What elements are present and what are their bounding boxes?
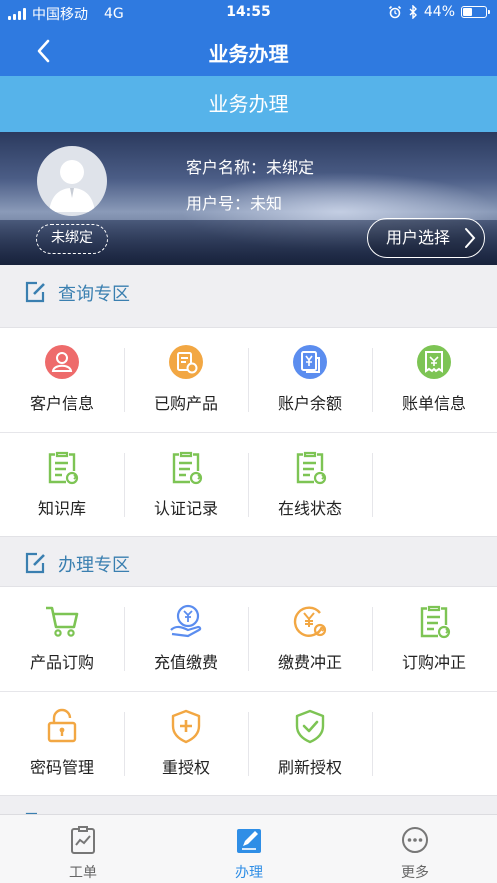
edit-square-icon: [25, 281, 45, 303]
handle-section-title: 办理专区: [58, 555, 130, 576]
user-silhouette-icon: [49, 160, 95, 212]
query-item-label: 客户信息: [29, 394, 94, 413]
tab-more[interactable]: 更多: [332, 815, 497, 883]
query-grid: 客户信息 已购产品 账户余额 账单信息 知识库 认证记录 在线状态: [0, 327, 497, 537]
query-item-account-balance[interactable]: 账户余额: [248, 328, 372, 432]
cart-icon: [46, 606, 79, 637]
customer-name-value: 未绑定: [266, 158, 315, 177]
next-section-header-partial: [0, 796, 497, 814]
query-item-customer-info[interactable]: 客户信息: [0, 328, 124, 432]
query-item-label: 账单信息: [401, 394, 466, 413]
handle-item-label: 刷新授权: [277, 758, 342, 777]
recharge-icon: [170, 604, 202, 638]
sub-header-title: 业务办理: [0, 76, 497, 132]
avatar[interactable]: [37, 146, 107, 216]
edit-square-icon: [25, 552, 45, 574]
tab-work-order[interactable]: 工单: [0, 815, 166, 883]
handle-item-product-order[interactable]: 产品订购: [0, 587, 124, 691]
customer-info-icon: [45, 345, 79, 379]
status-bar: 中国移动 4G 14:55 44%: [0, 0, 497, 26]
bluetooth-icon: [409, 5, 417, 19]
nav-bar: 业务办理: [0, 26, 497, 76]
handle-item-password-management[interactable]: 密码管理: [0, 692, 124, 796]
page-title: 业务办理: [208, 42, 289, 66]
query-item-label: 账户余额: [277, 394, 342, 413]
user-id-line: 用户号：未知: [186, 190, 282, 214]
customer-status-tag: 未绑定: [36, 224, 108, 254]
handle-section-header: 办理专区: [0, 536, 497, 592]
query-item-bill-info[interactable]: 账单信息: [372, 328, 496, 432]
tab-label: 工单: [69, 865, 97, 881]
work-order-icon: [71, 826, 95, 854]
handle-item-label: 充值缴费: [153, 653, 218, 672]
handle-item-recharge[interactable]: 充值缴费: [124, 587, 248, 691]
query-row-1: 客户信息 已购产品 账户余额 账单信息: [0, 328, 497, 432]
query-item-auth-records[interactable]: 认证记录: [124, 433, 248, 537]
divider: [372, 712, 373, 776]
handle-icon: [237, 829, 261, 853]
handle-item-order-reversal[interactable]: 订购冲正: [372, 587, 496, 691]
knowledge-base-icon: [48, 451, 79, 485]
query-item-purchased-products[interactable]: 已购产品: [124, 328, 248, 432]
handle-row-1: 产品订购 充值缴费 缴费冲正 订购冲正: [0, 587, 497, 691]
query-item-knowledge-base[interactable]: 知识库: [0, 433, 124, 537]
user-select-button[interactable]: 用户选择: [367, 218, 485, 258]
tab-label: 办理: [235, 865, 263, 881]
handle-item-label: 密码管理: [29, 758, 94, 777]
customer-name-label: 客户名称：: [186, 158, 267, 177]
user-id-label: 用户号：: [186, 194, 251, 213]
query-item-label: 已购产品: [153, 394, 218, 413]
user-select-label: 用户选择: [386, 228, 451, 247]
chevron-right-icon: [465, 228, 476, 248]
account-balance-icon: [293, 345, 327, 379]
user-id-value: 未知: [250, 194, 283, 213]
handle-item-label: 产品订购: [29, 653, 94, 672]
payment-reversal-icon: [293, 606, 327, 637]
auth-records-icon: [172, 451, 203, 485]
online-status-icon: [296, 451, 327, 485]
handle-grid: 产品订购 充值缴费 缴费冲正 订购冲正 密码管理 重授权 刷新授权: [0, 586, 497, 796]
handle-item-label: 缴费冲正: [277, 653, 342, 672]
query-item-label: 在线状态: [277, 499, 342, 518]
status-right: 44%: [388, 4, 490, 20]
more-icon: [402, 827, 428, 853]
divider: [372, 453, 373, 517]
order-reversal-icon: [420, 605, 451, 639]
query-item-label: 认证记录: [153, 499, 218, 518]
customer-name-line: 客户名称：未绑定: [186, 154, 314, 178]
lock-icon: [47, 708, 77, 743]
shield-plus-icon: [171, 709, 201, 744]
handle-item-reauthorize[interactable]: 重授权: [124, 692, 248, 796]
battery-icon: [461, 6, 490, 18]
query-section-title: 查询专区: [58, 284, 130, 305]
purchased-products-icon: [169, 345, 203, 379]
tab-label: 更多: [401, 865, 429, 881]
query-item-online-status[interactable]: 在线状态: [248, 433, 372, 537]
handle-item-payment-reversal[interactable]: 缴费冲正: [248, 587, 372, 691]
tab-handle[interactable]: 办理: [166, 815, 332, 883]
bill-info-icon: [417, 345, 451, 379]
battery-percent: 44%: [423, 4, 455, 20]
handle-item-refresh-authorization[interactable]: 刷新授权: [248, 692, 372, 796]
handle-item-label: 订购冲正: [401, 653, 466, 672]
alarm-icon: [388, 5, 401, 19]
bottom-tab-bar: 工单 办理 更多: [0, 814, 497, 883]
shield-check-icon: [295, 709, 325, 744]
handle-item-label: 重授权: [161, 758, 210, 777]
query-section-header: 查询专区: [0, 265, 497, 321]
query-item-label: 知识库: [37, 499, 86, 518]
handle-row-2: 密码管理 重授权 刷新授权: [0, 691, 497, 795]
query-row-2: 知识库 认证记录 在线状态: [0, 432, 497, 536]
